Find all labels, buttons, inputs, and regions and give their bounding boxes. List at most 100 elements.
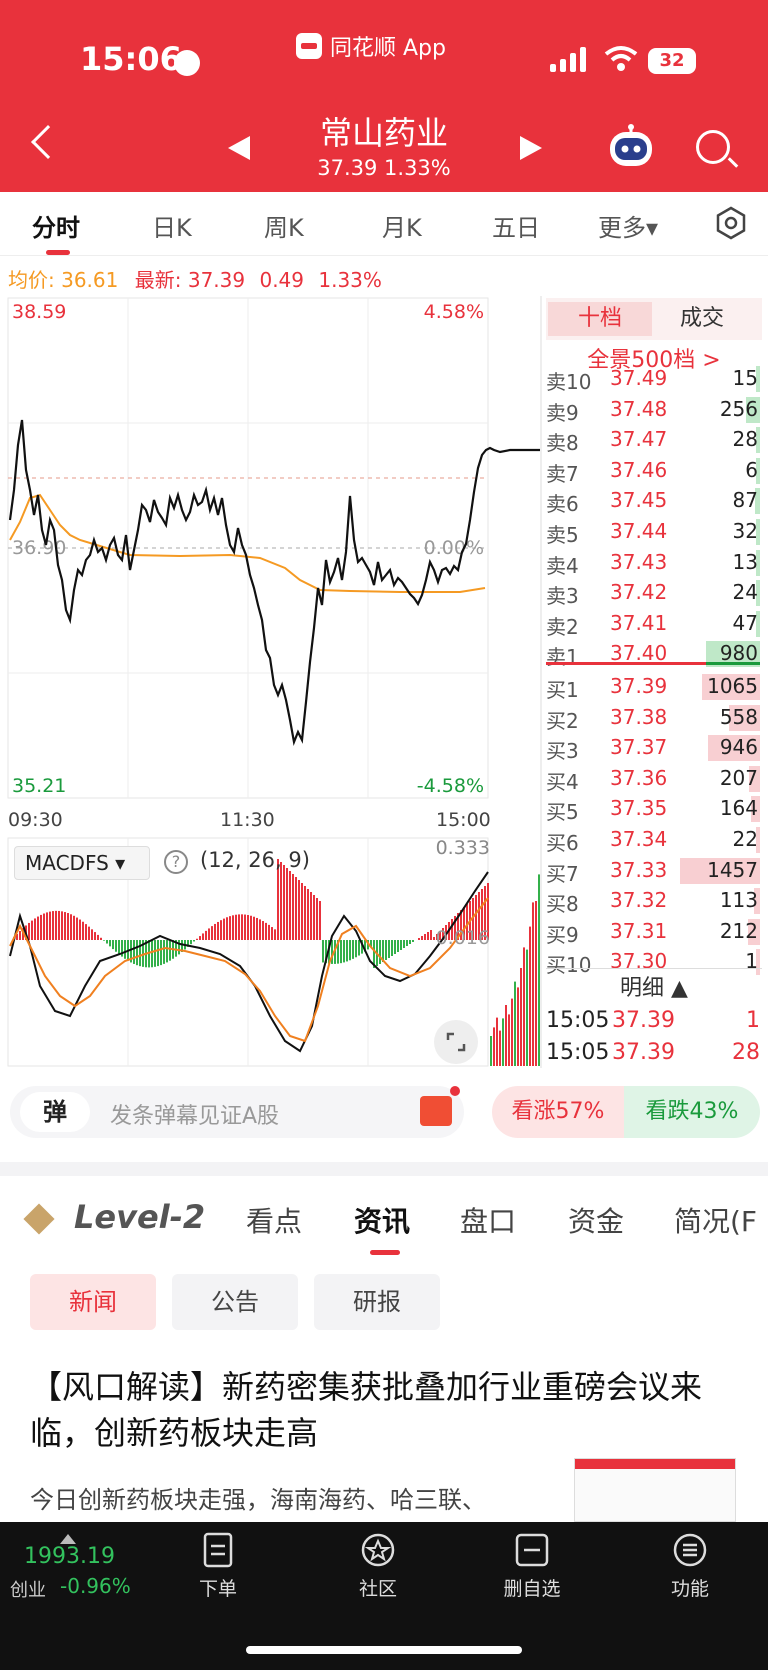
bid-row[interactable]: 买7 37.33 1457 [546, 856, 762, 886]
tab-ten-levels[interactable]: 十档 [548, 302, 652, 336]
bid-row[interactable]: 买3 37.37 946 [546, 733, 762, 763]
tab-transactions[interactable]: 成交 [680, 302, 724, 336]
ask-row[interactable]: 卖3 37.42 24 [546, 578, 762, 608]
macd-bar [283, 865, 285, 940]
macd-bar [268, 924, 270, 940]
bid-row[interactable]: 买2 37.38 558 [546, 703, 762, 733]
macd-bar [49, 911, 51, 940]
settings-hexagon-icon[interactable] [714, 206, 748, 240]
tab-daily-k[interactable]: 日K [152, 208, 192, 243]
macd-bar [31, 920, 33, 940]
level-label: 买2 [546, 708, 579, 733]
tab-intraday[interactable]: 分时 [32, 208, 80, 243]
level-label: 买4 [546, 769, 579, 794]
next-stock-icon[interactable] [520, 136, 542, 160]
macd-bar [151, 940, 153, 968]
ask-row[interactable]: 卖10 37.49 15 [546, 364, 762, 394]
tab-news-info[interactable]: 资讯 [354, 1200, 410, 1240]
macd-bar [211, 926, 213, 940]
macd-bar [205, 930, 207, 940]
bid-row[interactable]: 买9 37.31 212 [546, 917, 762, 947]
fullscreen-icon[interactable] [434, 1020, 478, 1064]
chip-announcements[interactable]: 公告 [172, 1274, 298, 1330]
chip-news[interactable]: 新闻 [30, 1274, 156, 1330]
article-thumbnail[interactable] [574, 1458, 736, 1522]
level-price: 37.37 [610, 735, 668, 760]
ask-row[interactable]: 卖6 37.45 87 [546, 486, 762, 516]
chart-low-pct: -4.58% [417, 775, 484, 797]
level-volume: 256 [719, 396, 758, 421]
article-title[interactable]: 【风口解读】新药密集获批叠加行业重磅会议来临，创新药板块走高 [30, 1364, 730, 1456]
detail-toggle[interactable]: 明细 ▲ [546, 968, 762, 1008]
app-header: 15:06 同花顺 App 32 常山药业 37.39 1.33% [0, 0, 768, 192]
tab-level2[interactable]: Level-2 [74, 1198, 205, 1236]
level-label: 买9 [546, 922, 579, 947]
volume-bar [514, 981, 516, 1066]
nav-functions[interactable]: 功能 [640, 1532, 740, 1601]
ask-row[interactable]: 卖7 37.46 6 [546, 456, 762, 486]
nav-order[interactable]: 下单 [168, 1532, 268, 1601]
chip-research[interactable]: 研报 [314, 1274, 440, 1330]
volume-bar [517, 987, 519, 1066]
tab-highlights[interactable]: 看点 [246, 1200, 302, 1240]
macd-bar [55, 910, 57, 940]
robot-assistant-icon[interactable] [606, 124, 656, 170]
tab-more[interactable]: 更多▾ [598, 208, 658, 243]
volume-bar [493, 1027, 495, 1066]
macd-bar [322, 940, 324, 963]
level-label: 卖6 [546, 492, 579, 517]
vote-up-button[interactable]: 看涨57% [492, 1086, 624, 1138]
macd-top-value: 0.333 [436, 837, 490, 859]
macd-indicator-select[interactable]: MACDFS ▾ [14, 846, 150, 880]
article-summary[interactable]: 今日创新药板块走强，海南海药、哈三联、 [30, 1480, 550, 1515]
danmu-input[interactable]: 发条弹幕见证A股 [110, 1098, 279, 1130]
macd-bar [250, 915, 252, 940]
macd-bar [313, 895, 315, 940]
ask-row[interactable]: 卖8 37.47 28 [546, 425, 762, 455]
macd-bar [82, 921, 84, 940]
tab-funds[interactable]: 资金 [568, 1200, 624, 1240]
macd-bar [91, 929, 93, 940]
macd-bar [199, 936, 201, 940]
bid-row[interactable]: 买5 37.35 164 [546, 794, 762, 824]
bid-row[interactable]: 买6 37.34 22 [546, 825, 762, 855]
bid-row[interactable]: 买8 37.32 113 [546, 886, 762, 916]
tab-market-depth[interactable]: 盘口 [460, 1200, 516, 1240]
nav-remove-watchlist[interactable]: 删自选 [482, 1532, 582, 1601]
level2-diamond-icon [23, 1203, 55, 1235]
gift-icon[interactable] [420, 1096, 452, 1126]
level-volume: 212 [719, 918, 758, 943]
ask-row[interactable]: 卖9 37.48 256 [546, 395, 762, 425]
bid-row[interactable]: 买1 37.39 1065 [546, 672, 762, 702]
tab-weekly-k[interactable]: 周K [264, 208, 304, 243]
volume-bar [508, 1014, 510, 1066]
tab-monthly-k[interactable]: 月K [382, 208, 422, 243]
search-icon[interactable] [696, 130, 730, 164]
macd-bar [58, 910, 60, 940]
macd-mid-value: 0.016 [436, 927, 490, 949]
help-icon[interactable]: ? [164, 850, 188, 874]
ask-row[interactable]: 卖2 37.41 47 [546, 609, 762, 639]
macd-bar [100, 937, 102, 940]
macd-bar [244, 914, 246, 940]
vote-down-button[interactable]: 看跌43% [624, 1086, 760, 1138]
avg-price: 36.61 [61, 268, 119, 292]
index-expand-icon[interactable] [60, 1534, 76, 1544]
macd-bar [190, 940, 192, 945]
bid-row[interactable]: 买4 37.36 207 [546, 764, 762, 794]
nav-community[interactable]: 社区 [328, 1532, 428, 1601]
ask-row[interactable]: 卖4 37.43 13 [546, 548, 762, 578]
macd-bar [391, 940, 393, 956]
tab-five-day[interactable]: 五日 [492, 208, 540, 243]
level-volume: 15 [732, 366, 758, 390]
level-price: 37.44 [610, 519, 668, 543]
danmu-bar[interactable]: 弹 发条弹幕见证A股 [10, 1086, 464, 1138]
danmu-button[interactable]: 弹 [20, 1092, 90, 1132]
level-label: 买7 [546, 861, 579, 886]
volume-bar [520, 968, 522, 1066]
index-value[interactable]: 1993.19 [24, 1544, 115, 1569]
ask-row[interactable]: 卖5 37.44 32 [546, 517, 762, 547]
tab-profile[interactable]: 简况(F [674, 1200, 757, 1240]
macd-bar [106, 940, 108, 944]
macd-bar [217, 921, 219, 940]
